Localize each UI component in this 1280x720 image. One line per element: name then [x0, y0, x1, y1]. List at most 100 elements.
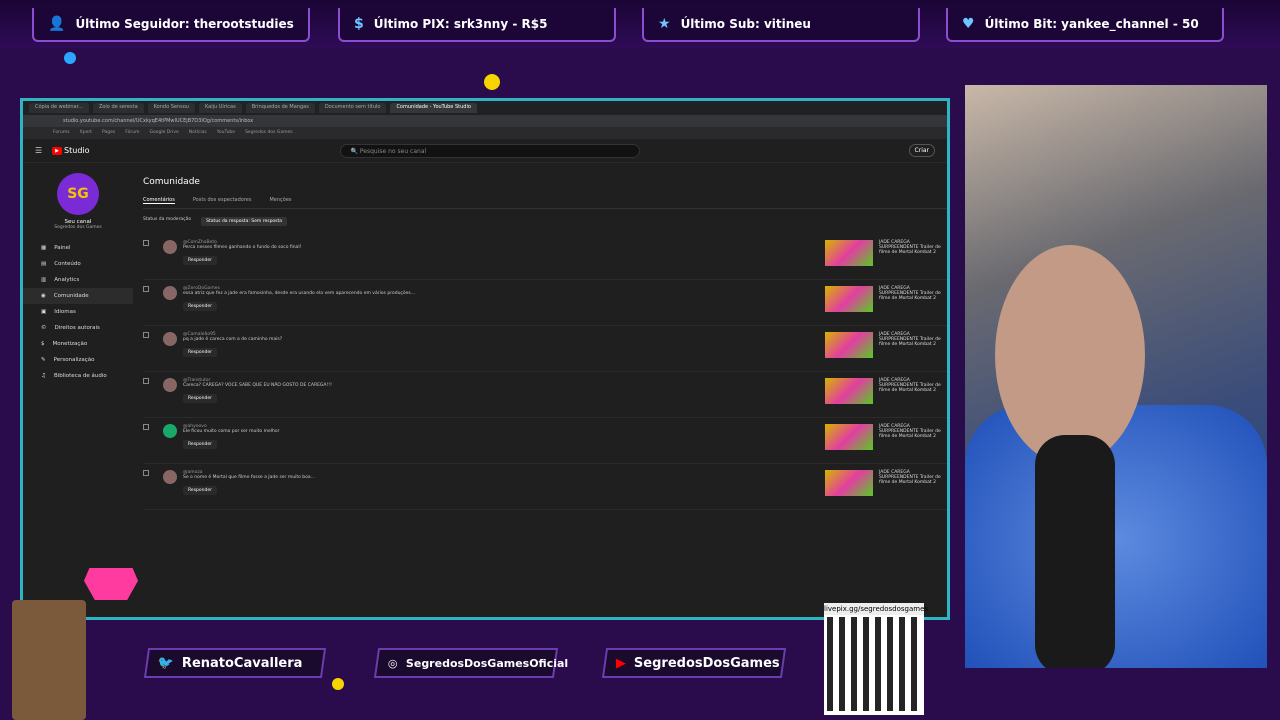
reply-button[interactable]: Responder: [183, 440, 217, 449]
video-title[interactable]: JADE CAREGA SURPREENDENTE Trailer de fil…: [879, 240, 947, 255]
content-icon: ▤: [41, 261, 47, 267]
browser-tab[interactable]: Documento sem título: [318, 103, 387, 113]
video-title[interactable]: JADE CAREGA SURPREENDENTE Trailer de fil…: [879, 332, 947, 347]
sidebar-item-biblioteca[interactable]: ♫ Biblioteca de áudio: [23, 368, 133, 384]
video-thumbnail[interactable]: [825, 286, 873, 312]
search-icon: 🔍: [350, 147, 360, 155]
sidebar-item-direitos[interactable]: © Direitos autorais: [23, 320, 133, 336]
comment-row: @ahyoovo Ele ficou muito como por ser mu…: [143, 418, 947, 464]
bookmark[interactable]: Pages: [102, 130, 115, 136]
avatar: [163, 470, 177, 484]
star-icon: ★: [658, 16, 671, 32]
bookmark[interactable]: Google Drive: [149, 130, 178, 136]
sidebar-item-personalizacao[interactable]: ✎ Personalização: [23, 352, 133, 368]
studio-main: Comunidade Comentários Posts dos especta…: [143, 163, 947, 617]
comment-body: @Camaleão95 pq a jade é careca com a de …: [183, 332, 825, 357]
bookmark[interactable]: YouTube: [217, 130, 235, 136]
channel-avatar[interactable]: SG: [57, 173, 99, 215]
audio-icon: ♫: [41, 373, 46, 379]
tab-comentarios[interactable]: Comentários: [143, 197, 175, 204]
video-title[interactable]: JADE CAREGA SURPREENDENTE Trailer de fil…: [879, 424, 947, 439]
video-title[interactable]: JADE CAREGA SURPREENDENTE Trailer de fil…: [879, 286, 947, 301]
analytics-icon: ▥: [41, 277, 47, 283]
user-icon: 👤: [48, 16, 66, 32]
alert-follower-text: Último Seguidor: therootstudies: [75, 17, 294, 31]
reply-button[interactable]: Responder: [183, 394, 217, 403]
sidebar-item-label: Painel: [54, 245, 71, 251]
alert-sub: ★ Último Sub: vitineu: [642, 8, 920, 42]
sidebar-item-label: Direitos autorais: [54, 325, 100, 331]
create-button[interactable]: Criar: [908, 144, 935, 157]
sidebar-item-comunidade[interactable]: ◉ Comunidade: [23, 288, 133, 304]
twitter-icon: 🐦: [158, 655, 175, 671]
sidebar-item-monetizacao[interactable]: $ Monetização: [23, 336, 133, 352]
studio-logo[interactable]: ▶ Studio: [52, 146, 90, 155]
bookmark[interactable]: Segredos dos Games: [245, 130, 293, 136]
decor-dot: [64, 52, 76, 64]
reply-button[interactable]: Responder: [183, 348, 217, 357]
browser-tab[interactable]: Brinquedos de Mangas: [245, 103, 315, 113]
search-input[interactable]: 🔍 Pesquise no seu canal: [339, 143, 640, 158]
video-title[interactable]: JADE CAREGA SURPREENDENTE Trailer de fil…: [879, 470, 947, 485]
avatar: [163, 286, 177, 300]
decor-dot: [332, 678, 344, 690]
reply-button[interactable]: Responder: [183, 256, 217, 265]
alert-pix-text: Último PIX: srk3nny - R$5: [373, 17, 548, 31]
video-thumbnail[interactable]: [825, 470, 873, 496]
avatar: [163, 424, 177, 438]
browser-tab[interactable]: Cópia de webinar...: [29, 103, 89, 113]
row-checkbox[interactable]: [143, 424, 149, 430]
avatar: [163, 378, 177, 392]
sidebar-item-label: Personalização: [53, 357, 95, 363]
reply-button[interactable]: Responder: [183, 302, 217, 311]
bookmark[interactable]: Xpert: [80, 130, 92, 136]
webcam-person: [965, 405, 1267, 668]
address-bar[interactable]: studio.youtube.com/channel/UCxkyqE4tPMwI…: [23, 115, 947, 127]
tab-mencoes[interactable]: Menções: [269, 197, 291, 204]
social-instagram: ◎ SegredosDosGamesOficial: [373, 648, 568, 678]
sidebar-item-label: Conteúdo: [54, 261, 81, 267]
video-thumbnail[interactable]: [825, 424, 873, 450]
browser-tab[interactable]: Kondo Sensou: [147, 103, 195, 113]
community-icon: ◉: [41, 293, 46, 299]
dollar-icon: $: [354, 16, 364, 32]
video-title[interactable]: JADE CAREGA SURPREENDENTE Trailer de fil…: [879, 378, 947, 393]
alert-bit: ♥ Último Bit: yankee_channel - 50: [946, 8, 1224, 42]
browser-tab-active[interactable]: Comunidade - YouTube Studio: [390, 103, 477, 113]
bookmark[interactable]: Fórum: [125, 130, 139, 136]
alert-follower: 👤 Último Seguidor: therootstudies: [32, 8, 310, 42]
sidebar-item-label: Comunidade: [53, 293, 89, 299]
row-checkbox[interactable]: [143, 332, 149, 338]
comment-body: @ahyoovo Ele ficou muito como por ser mu…: [183, 424, 825, 449]
video-thumbnail[interactable]: [825, 332, 873, 358]
filter-label[interactable]: Status da moderação: [143, 217, 191, 226]
instagram-icon: ◎: [388, 656, 398, 670]
sidebar-item-idiomas[interactable]: ▣ Idiomas: [23, 304, 133, 320]
tab-posts[interactable]: Posts dos espectadores: [193, 197, 252, 204]
video-thumbnail[interactable]: [825, 240, 873, 266]
browser-tab[interactable]: Zoio de seresta: [92, 103, 144, 113]
bookmark[interactable]: Forums: [53, 130, 70, 136]
sidebar-item-label: Monetização: [52, 341, 88, 347]
community-tabs: Comentários Posts dos espectadores Mençõ…: [143, 197, 947, 209]
row-checkbox[interactable]: [143, 240, 149, 246]
bookmark[interactable]: Notícias: [189, 130, 207, 136]
video-thumbnail[interactable]: [825, 378, 873, 404]
dashboard-icon: ▦: [41, 245, 47, 251]
menu-icon[interactable]: ☰: [35, 146, 42, 155]
alert-bit-text: Último Bit: yankee_channel - 50: [984, 17, 1199, 31]
filter-chip[interactable]: Status da resposta: Sem resposta: [201, 217, 288, 226]
sidebar-item-analytics[interactable]: ▥ Analytics: [23, 272, 133, 288]
youtube-icon: ▶: [616, 655, 626, 671]
webcam-person: [995, 245, 1145, 465]
row-checkbox[interactable]: [143, 286, 149, 292]
row-checkbox[interactable]: [143, 378, 149, 384]
sidebar-item-painel[interactable]: ▦ Painel: [23, 240, 133, 256]
social-youtube: ▶ SegredosDosGames: [601, 648, 787, 678]
comment-body: @ComZhaBeto Perca nesses filmes ganhando…: [183, 240, 825, 265]
browser-tab[interactable]: Kaiju Ulricas: [198, 103, 242, 113]
sidebar-item-conteudo[interactable]: ▤ Conteúdo: [23, 256, 133, 272]
language-icon: ▣: [41, 309, 47, 315]
row-checkbox[interactable]: [143, 470, 149, 476]
reply-button[interactable]: Responder: [183, 486, 217, 495]
